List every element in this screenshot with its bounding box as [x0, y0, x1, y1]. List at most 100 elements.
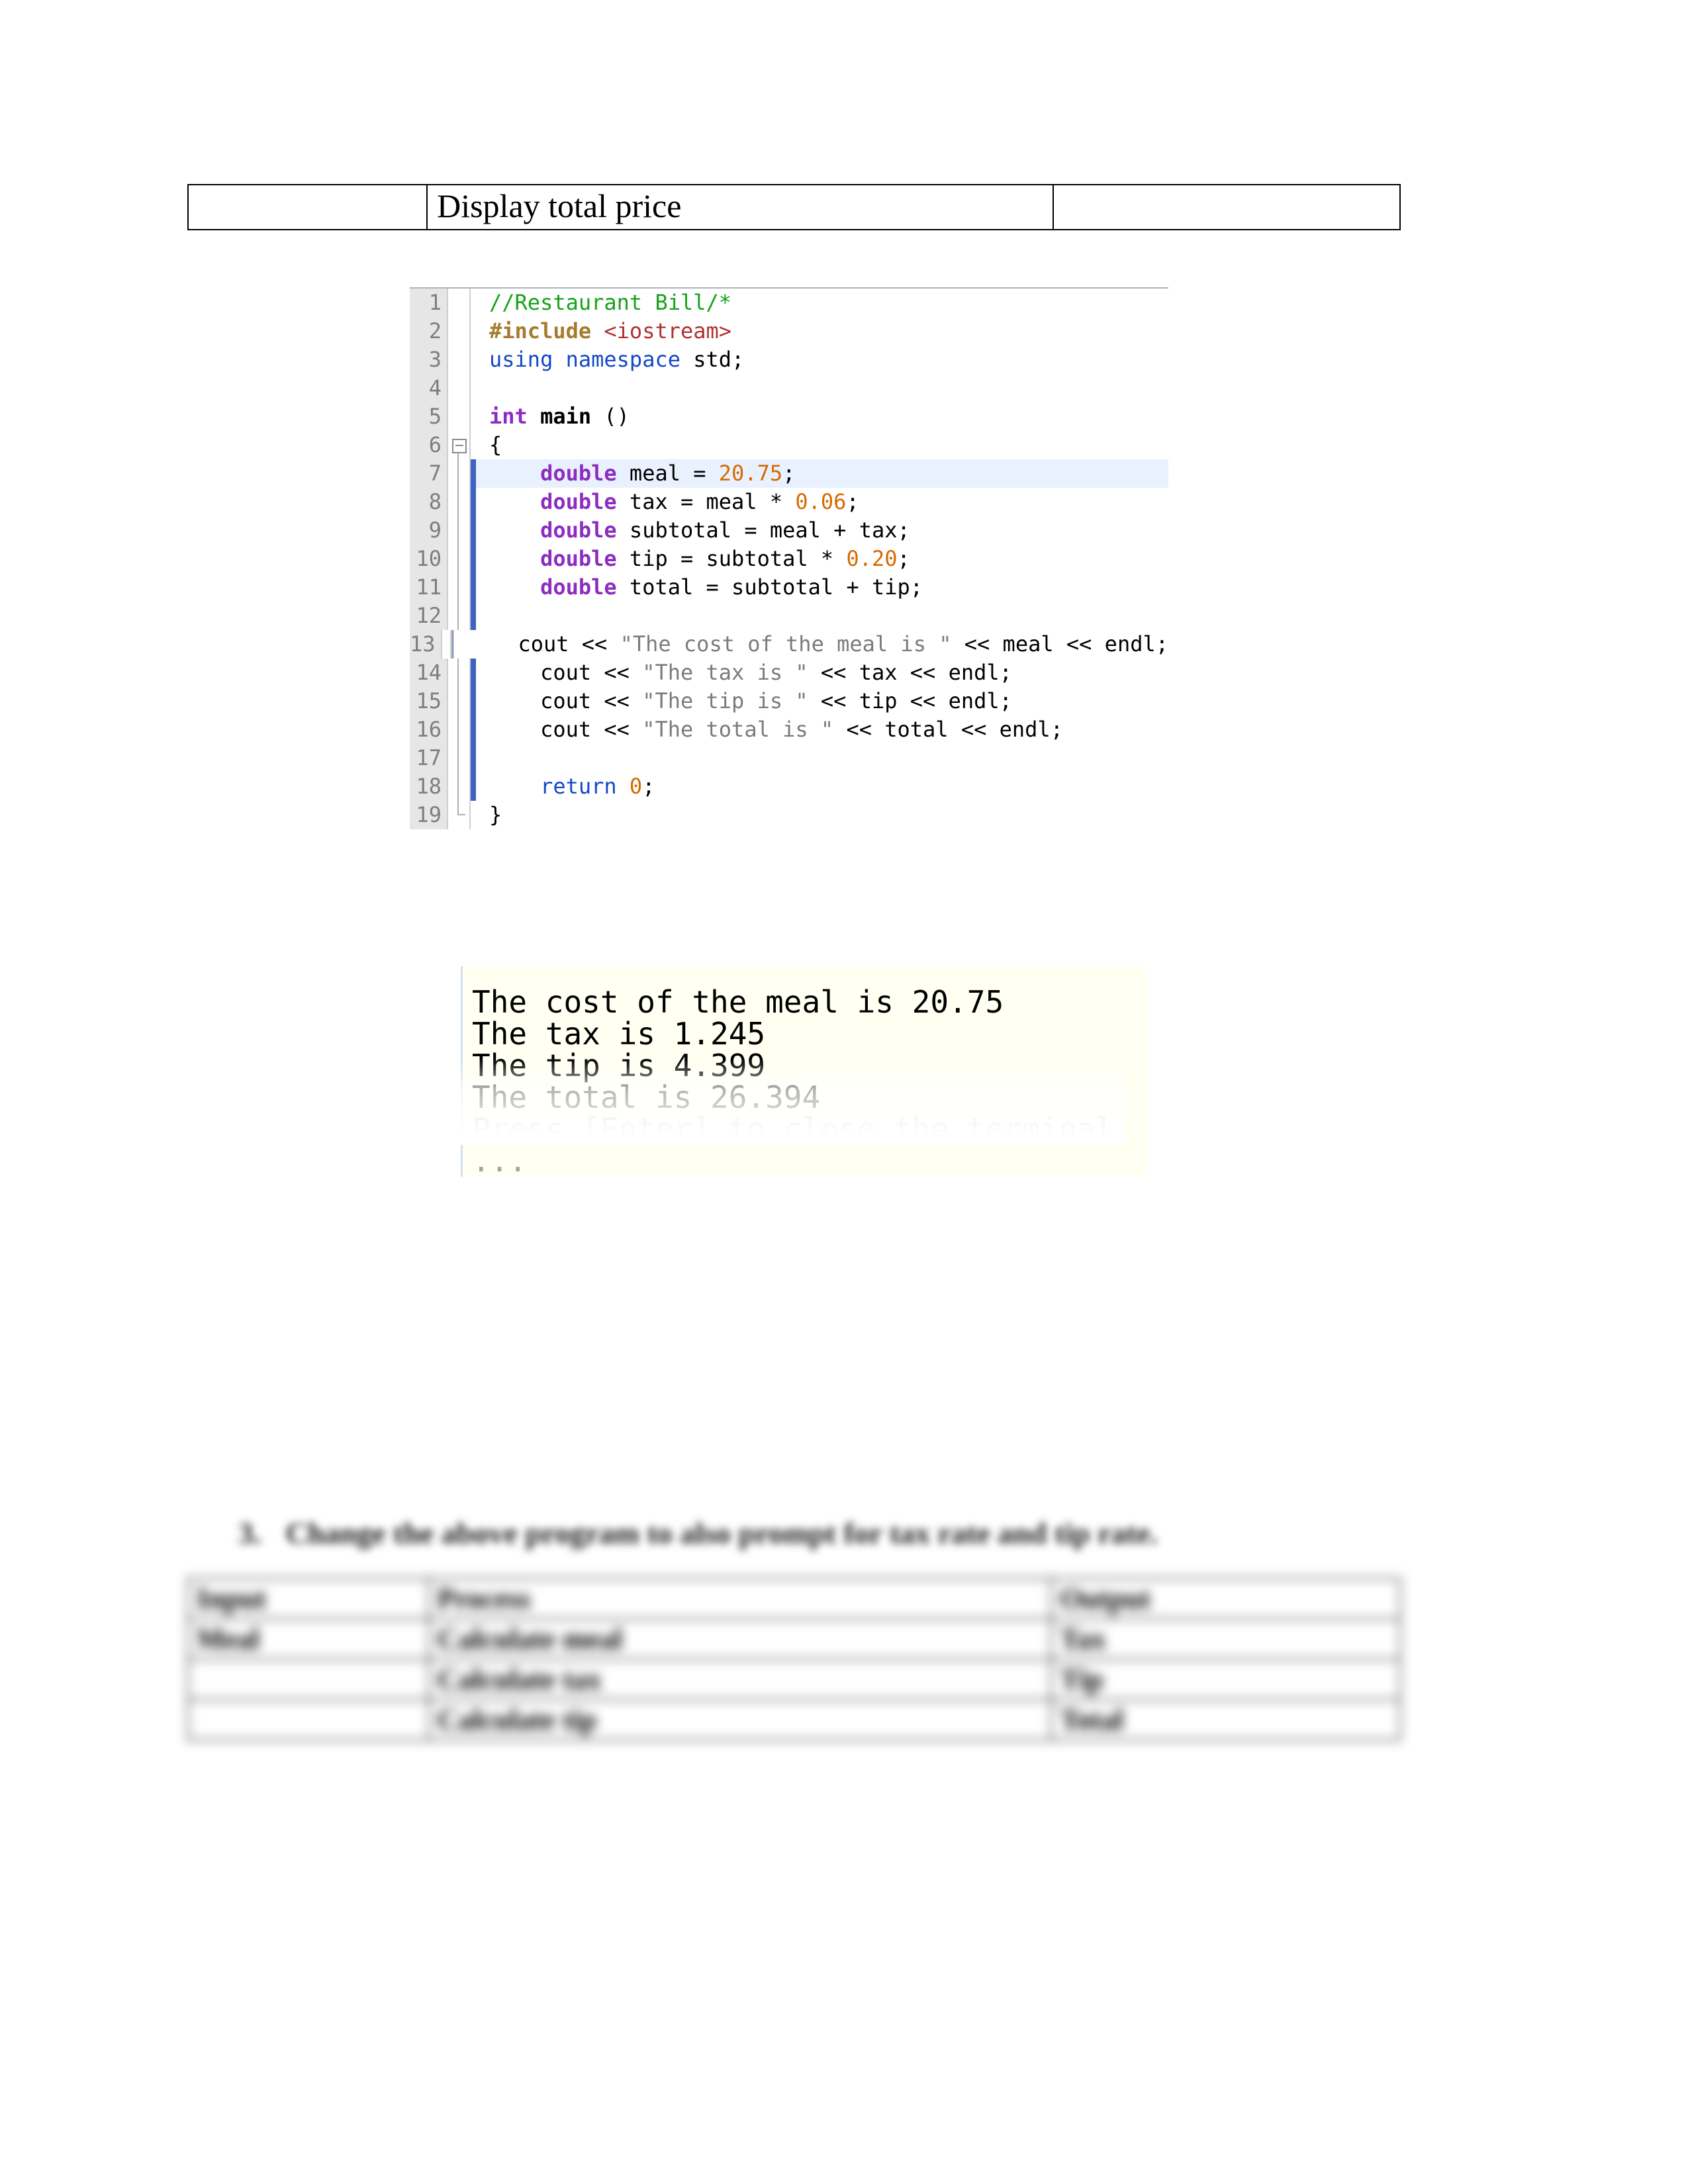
code-line: cout << "The tip is " << tip << endl;	[476, 687, 1168, 715]
code-row: 17	[410, 744, 1168, 772]
code-line: double tip = subtotal * 0.20;	[476, 545, 1168, 573]
change-marker	[471, 317, 476, 345]
change-marker	[471, 289, 476, 317]
fold-gutter	[448, 715, 471, 744]
question-number: 3.	[238, 1516, 278, 1551]
table-cell: Process	[429, 1578, 1052, 1619]
code-row: 18 return 0;	[410, 772, 1168, 801]
code-line: #include <iostream>	[476, 317, 1168, 345]
question-line: 3. Change the above program to also prom…	[238, 1516, 1158, 1551]
console-line: The tax is 1.245	[472, 1018, 1134, 1050]
line-number: 2	[410, 317, 448, 345]
code-line: return 0;	[476, 772, 1168, 801]
change-marker	[471, 744, 476, 772]
code-line: {	[476, 431, 1168, 459]
code-line: cout << "The total is " << total << endl…	[476, 715, 1168, 744]
code-row: 4	[410, 374, 1168, 402]
console-line: The tip is 4.399	[472, 1050, 1134, 1081]
table-cell: Total	[1051, 1700, 1400, 1740]
question-text: Change the above program to also prompt …	[286, 1516, 1158, 1550]
code-row: 8 double tax = meal * 0.06;	[410, 488, 1168, 516]
change-marker	[471, 431, 476, 459]
line-number: 10	[410, 545, 448, 573]
table-cell: Input	[188, 1578, 429, 1619]
code-editor: 1 //Restaurant Bill/* 2 #include <iostream>…	[410, 287, 1168, 829]
fold-gutter	[448, 659, 471, 687]
line-number: 13	[410, 630, 442, 659]
code-line: double total = subtotal + tip;	[476, 573, 1168, 602]
table-cell: Calculate meal	[429, 1619, 1052, 1659]
top-table-cell: Display total price	[427, 185, 1053, 230]
code-row: 12	[410, 602, 1168, 630]
line-number: 14	[410, 659, 448, 687]
console-line: The total is 26.394	[472, 1081, 1134, 1113]
change-marker	[471, 659, 476, 687]
code-line: //Restaurant Bill/*	[476, 289, 1168, 317]
fold-gutter	[448, 317, 471, 345]
fold-gutter	[448, 602, 471, 630]
line-number: 15	[410, 687, 448, 715]
fold-gutter	[448, 431, 471, 459]
change-marker	[471, 687, 476, 715]
line-number: 19	[410, 801, 448, 829]
change-marker	[471, 715, 476, 744]
line-number: 4	[410, 374, 448, 402]
code-row: 15 cout << "The tip is " << tip << endl;	[410, 687, 1168, 715]
table-cell: Tax	[1051, 1619, 1400, 1659]
table-cell	[188, 1700, 429, 1740]
code-line: cout << "The cost of the meal is " << me…	[453, 630, 1168, 659]
fold-toggle-icon[interactable]	[452, 439, 467, 453]
change-marker	[471, 602, 476, 630]
code-line: cout << "The tax is " << tax << endl;	[476, 659, 1168, 687]
table-row: Calculate taxTip	[188, 1659, 1400, 1700]
code-row: 1 //Restaurant Bill/*	[410, 289, 1168, 317]
bottom-table: InputProcessOutputMealCalculate mealTaxC…	[187, 1578, 1401, 1741]
code-row: 13 cout << "The cost of the meal is " <<…	[410, 630, 1168, 659]
line-number: 5	[410, 402, 448, 431]
code-line: using namespace std;	[476, 345, 1168, 374]
fold-gutter	[448, 573, 471, 602]
code-row: 7 double meal = 20.75;	[410, 459, 1168, 488]
change-marker	[471, 488, 476, 516]
top-table-cell	[1053, 185, 1400, 230]
table-row: Display total price	[188, 185, 1400, 230]
line-number: 1	[410, 289, 448, 317]
code-line: }	[476, 801, 1168, 829]
code-line: double subtotal = meal + tax;	[476, 516, 1168, 545]
code-line	[476, 602, 1168, 630]
line-number: 16	[410, 715, 448, 744]
code-line: double meal = 20.75;	[476, 459, 1168, 488]
code-row: 10 double tip = subtotal * 0.20;	[410, 545, 1168, 573]
code-row: 14 cout << "The tax is " << tax << endl;	[410, 659, 1168, 687]
code-row: 9 double subtotal = meal + tax;	[410, 516, 1168, 545]
code-line: double tax = meal * 0.06;	[476, 488, 1168, 516]
change-marker	[471, 345, 476, 374]
change-marker	[471, 545, 476, 573]
table-cell	[188, 1659, 429, 1700]
table-cell: Meal	[188, 1619, 429, 1659]
code-row: 3 using namespace std;	[410, 345, 1168, 374]
table-cell: Calculate tax	[429, 1659, 1052, 1700]
code-row: 6{	[410, 431, 1168, 459]
code-row: 19}	[410, 801, 1168, 829]
top-table: Display total price	[187, 184, 1401, 230]
table-cell: Calculate tip	[429, 1700, 1052, 1740]
code-row: 11 double total = subtotal + tip;	[410, 573, 1168, 602]
line-number: 7	[410, 459, 448, 488]
fold-gutter	[448, 516, 471, 545]
table-row: Calculate tipTotal	[188, 1700, 1400, 1740]
change-marker	[471, 459, 476, 488]
change-marker	[471, 801, 476, 829]
code-line	[476, 744, 1168, 772]
line-number: 18	[410, 772, 448, 801]
change-marker	[471, 402, 476, 431]
change-marker	[471, 772, 476, 801]
console-line: The cost of the meal is 20.75	[472, 986, 1134, 1018]
code-row: 5int main ()	[410, 402, 1168, 431]
change-marker	[471, 374, 476, 402]
fold-gutter	[448, 374, 471, 402]
fold-gutter	[448, 289, 471, 317]
fold-gutter	[448, 459, 471, 488]
line-number: 3	[410, 345, 448, 374]
line-number: 17	[410, 744, 448, 772]
